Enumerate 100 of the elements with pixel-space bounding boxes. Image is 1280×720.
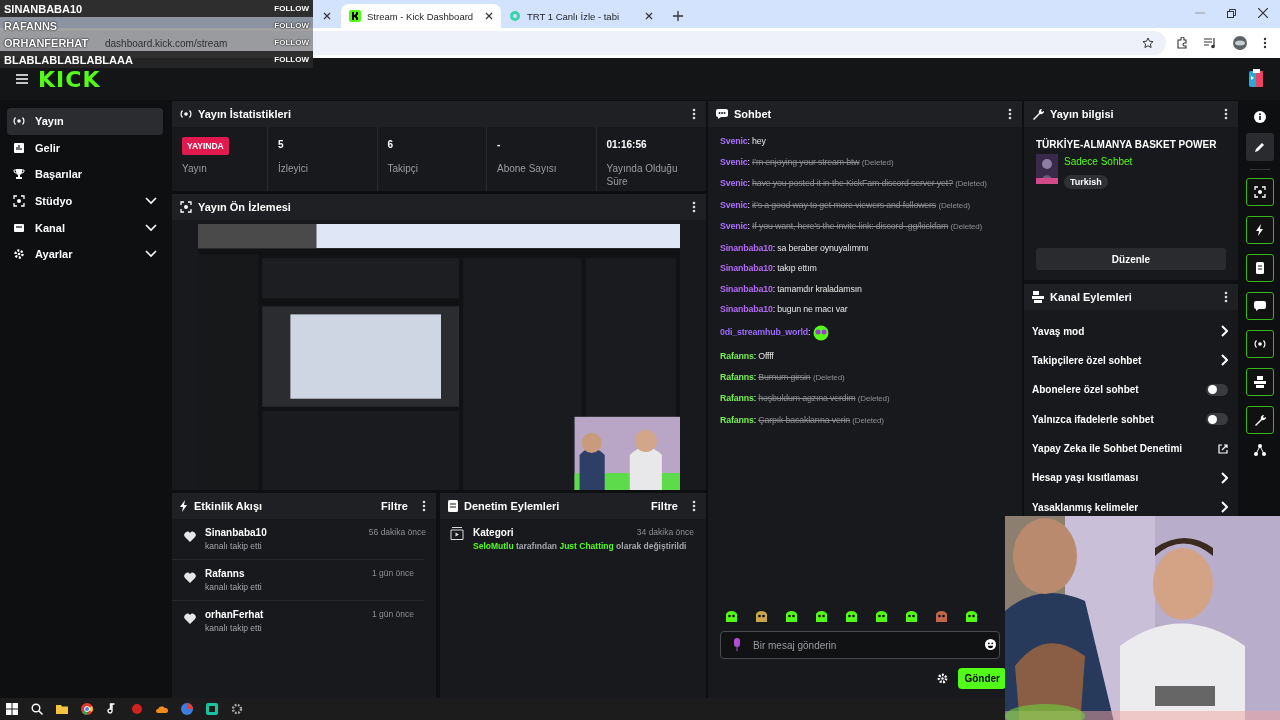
widget-toggle-button[interactable] — [1246, 368, 1274, 396]
chat-icon — [1254, 300, 1266, 312]
search-icon[interactable] — [31, 703, 43, 715]
more-icon[interactable] — [422, 500, 426, 512]
extension-icon[interactable] — [1176, 37, 1188, 49]
more-icon[interactable] — [692, 201, 696, 213]
emote-icon[interactable] — [724, 609, 739, 624]
chrome-icon[interactable] — [81, 703, 93, 715]
channel-action-item[interactable]: Hesap yaşı kısıtlaması — [1032, 467, 1228, 488]
widget-toggle-button[interactable] — [1246, 254, 1274, 282]
widget-toggle-button[interactable] — [1246, 178, 1274, 206]
emote-icon[interactable] — [874, 609, 889, 624]
stat-value: 01:16:56 — [606, 139, 648, 150]
close-icon[interactable] — [485, 12, 493, 20]
nav-item[interactable]: Başarılar — [7, 161, 163, 188]
message-field[interactable]: Bir mesaj gönderin — [720, 631, 1000, 659]
panel-icon — [13, 221, 25, 234]
app-icon[interactable] — [206, 703, 218, 715]
star-icon[interactable] — [1142, 37, 1154, 49]
tag[interactable]: Turkish — [1064, 175, 1108, 189]
microphone-icon[interactable] — [733, 638, 741, 651]
channel-action-item[interactable]: Yasaklanmış kelimeler — [1032, 497, 1228, 518]
channel-actions-icon — [1254, 376, 1266, 388]
nav-item[interactable]: Ayarlar — [7, 240, 163, 268]
chat-message: Sinanbaba10: tamamdır kraladamsın — [720, 282, 863, 296]
panel-title: Yayın Ön İzlemesi — [198, 201, 292, 213]
event-time: 1 gün önce — [371, 568, 414, 578]
record-icon[interactable] — [131, 703, 143, 715]
widget-toggle-button[interactable] — [1246, 406, 1274, 434]
broadcast-icon — [1254, 338, 1266, 350]
category-link[interactable]: Sadece Sohbet — [1064, 156, 1133, 167]
media-icon[interactable] — [1204, 37, 1217, 49]
nav-item[interactable]: Yayın — [7, 108, 163, 135]
gear-icon — [13, 248, 25, 261]
widget-toggle-button[interactable] — [1246, 330, 1274, 358]
edit-button[interactable]: Düzenle — [1036, 248, 1226, 270]
emote-icon[interactable] — [964, 609, 979, 624]
share-icon[interactable] — [1254, 444, 1266, 456]
kick-logo[interactable]: KICK — [38, 66, 101, 92]
url-text: dashboard.kick.com/stream — [105, 37, 228, 49]
menu-icon[interactable] — [16, 74, 28, 84]
channel-action-item[interactable]: Takipçilere özel sohbet — [1032, 350, 1228, 371]
toggle-switch[interactable] — [1206, 383, 1228, 396]
more-icon[interactable] — [692, 500, 696, 512]
close-icon[interactable] — [1258, 8, 1268, 18]
info-icon[interactable] — [1254, 111, 1266, 123]
more-icon[interactable] — [692, 108, 696, 120]
channel-action-item[interactable]: Yavaş mod — [1032, 321, 1228, 341]
channel-actions-icon — [1032, 291, 1044, 303]
event-text: kanalı takip etti — [205, 541, 263, 551]
heart-icon — [184, 572, 196, 583]
channel-action-item[interactable]: Abonelere özel sohbet — [1032, 379, 1228, 400]
channel-action-item[interactable]: Yalnızca ifadelerle sohbet — [1032, 409, 1228, 430]
nav-item[interactable]: Kanal — [7, 214, 163, 241]
channel-action-item[interactable]: Yapay Zeka ile Sohbet Denetimi — [1032, 438, 1228, 459]
edit-layout-button[interactable] — [1246, 133, 1274, 161]
widget-toggle-button[interactable] — [1246, 216, 1274, 244]
chat-message: Svenic: hey — [720, 135, 767, 148]
chevron-right-icon — [1220, 501, 1228, 514]
chat-message: Sinanbaba10: sa beraber oynuyalımmı — [720, 241, 870, 255]
avatar-icon[interactable] — [1233, 36, 1247, 50]
windows-icon[interactable] — [6, 703, 18, 715]
emote-icon[interactable] — [754, 609, 769, 624]
emoji-icon[interactable] — [985, 639, 996, 650]
restore-icon[interactable] — [1227, 8, 1236, 18]
more-icon[interactable] — [1224, 291, 1228, 303]
widget-toggle-button[interactable] — [1246, 292, 1274, 320]
trophy-icon — [13, 168, 25, 181]
more-icon[interactable] — [1224, 108, 1228, 120]
emote-icon[interactable] — [814, 609, 829, 624]
toggle-switch[interactable] — [1206, 413, 1228, 426]
broadcast-icon — [180, 108, 192, 120]
panel-title: Denetim Eylemleri — [464, 500, 561, 512]
chat-message: Svenic: I'm enjoying your stream btw (Deleted) — [720, 155, 895, 169]
music-note-icon[interactable] — [106, 703, 118, 715]
browser-tab[interactable]: TRT 1 Canlı İzle - tabi — [501, 4, 661, 28]
settings-icon[interactable] — [231, 703, 243, 715]
menu-icon[interactable] — [1263, 37, 1267, 49]
browser-icon[interactable] — [181, 703, 193, 715]
new-tab-icon[interactable] — [673, 11, 683, 21]
filter-button[interactable]: Filtre — [373, 500, 416, 512]
more-icon[interactable] — [1008, 108, 1012, 120]
emote-icon[interactable] — [844, 609, 859, 624]
nav-item[interactable]: Stüdyo — [7, 187, 163, 215]
emote-icon[interactable] — [904, 609, 919, 624]
nav-item[interactable]: Gelir — [7, 134, 163, 162]
filter-button[interactable]: Filtre — [643, 500, 686, 512]
tab-title: Stream - Kick Dashboard — [367, 10, 475, 22]
panel-title: Yayın bilgisi — [1050, 108, 1115, 120]
chat-message: 0di_streamhub_world: — [720, 319, 1014, 346]
cloud-icon[interactable] — [156, 703, 168, 715]
avatar-icon[interactable] — [1248, 69, 1264, 89]
folder-icon[interactable] — [56, 703, 68, 715]
follow-label: FOLLOW — [274, 38, 309, 47]
document-icon — [1254, 262, 1266, 274]
send-button[interactable]: Gönder — [958, 668, 1006, 689]
close-icon[interactable] — [645, 12, 653, 20]
emote-icon[interactable] — [784, 609, 799, 624]
close-icon[interactable] — [323, 12, 331, 20]
browser-tab[interactable]: Stream - Kick Dashboard — [341, 4, 501, 28]
